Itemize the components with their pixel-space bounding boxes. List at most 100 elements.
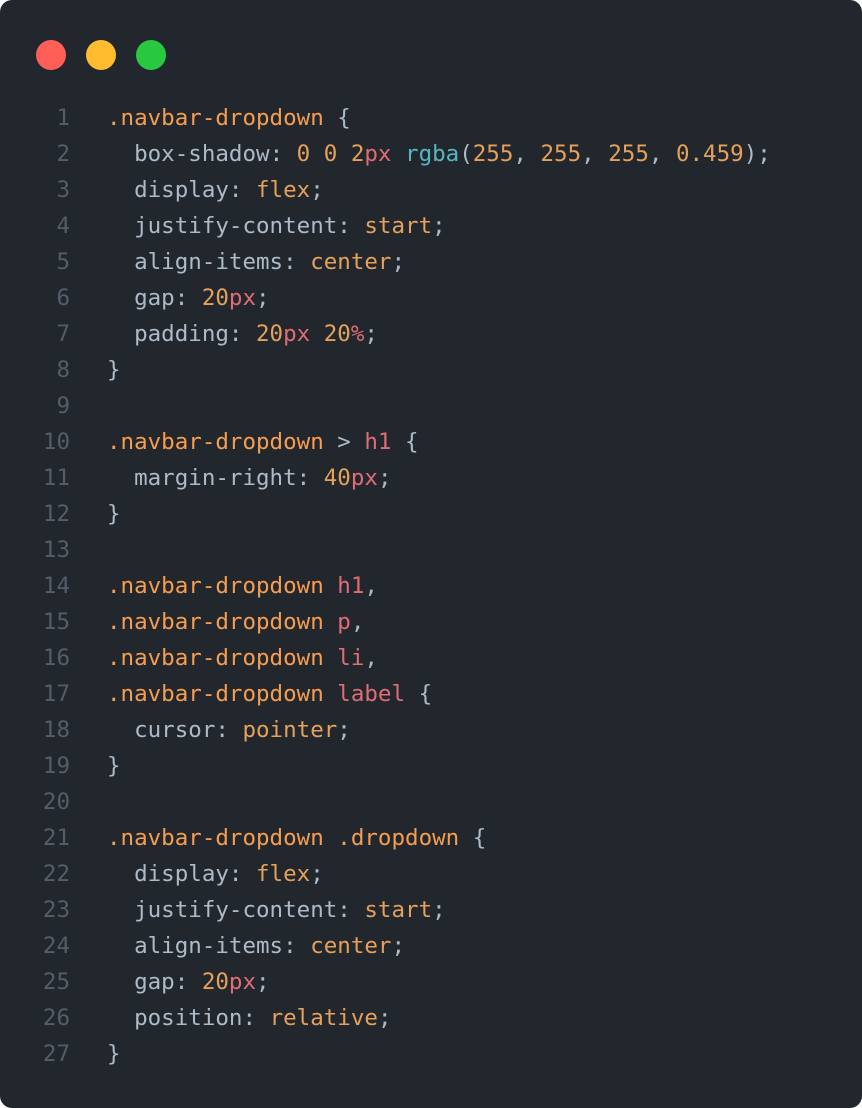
- line-number: 18: [42, 717, 70, 743]
- minimize-dot-icon[interactable]: [86, 40, 116, 70]
- code-token-value: start: [364, 213, 433, 239]
- line-number: 26: [42, 1005, 70, 1031]
- code-token-punct: ,: [364, 645, 378, 671]
- line-number: 9: [56, 393, 70, 419]
- line-number: 14: [42, 573, 70, 599]
- code-token-unit: %: [350, 321, 365, 347]
- code-token-prop: cursor: [107, 717, 216, 743]
- code-token-punct: [310, 141, 324, 167]
- code-line-content: .navbar-dropdown label {: [107, 676, 432, 712]
- code-token-punct: ,: [581, 141, 609, 167]
- code-token-punct: :: [174, 969, 202, 995]
- code-line: 20: [0, 784, 862, 820]
- code-line-content: cursor: pointer;: [107, 712, 351, 748]
- line-number: 1: [56, 105, 70, 131]
- code-token-prop: box-shadow: [107, 141, 270, 167]
- code-token-number: 20: [201, 969, 229, 995]
- code-line-content: display: flex;: [107, 172, 324, 208]
- code-token-number: 0: [296, 141, 311, 167]
- code-line: 11 margin-right: 40px;: [0, 460, 862, 496]
- code-token-selector: .navbar-dropdown: [107, 645, 324, 671]
- code-token-value: relative: [269, 1005, 378, 1031]
- code-line-content: position: relative;: [107, 1000, 391, 1036]
- code-token-punct: :: [174, 285, 202, 311]
- line-number: 7: [56, 321, 70, 347]
- code-token-selector: .navbar-dropdown: [107, 681, 324, 707]
- code-token-punct: ;: [256, 285, 270, 311]
- code-line: 25 gap: 20px;: [0, 964, 862, 1000]
- code-token-number: 0: [323, 141, 338, 167]
- code-line: 10 .navbar-dropdown > h1 {: [0, 424, 862, 460]
- code-token-number: 20: [201, 285, 229, 311]
- line-number: 16: [42, 645, 70, 671]
- code-token-selector: .dropdown: [337, 825, 460, 851]
- code-token-punct: );: [743, 141, 771, 167]
- code-line-content: }: [107, 1036, 121, 1072]
- code-token-prop: justify-content: [107, 213, 338, 239]
- code-token-punct: ;: [364, 321, 378, 347]
- code-token-punct: [310, 321, 324, 347]
- code-token-tag: label: [337, 681, 406, 707]
- code-line-content: .navbar-dropdown > h1 {: [107, 424, 419, 460]
- code-token-punct: [324, 609, 338, 635]
- code-line-content: gap: 20px;: [107, 964, 270, 1000]
- code-line: 23 justify-content: start;: [0, 892, 862, 928]
- line-number: 3: [56, 177, 70, 203]
- code-line: 5 align-items: center;: [0, 244, 862, 280]
- code-line: 18 cursor: pointer;: [0, 712, 862, 748]
- code-token-punct: :: [296, 465, 324, 491]
- code-token-punct: [337, 141, 351, 167]
- close-dot-icon[interactable]: [36, 40, 66, 70]
- zoom-dot-icon[interactable]: [136, 40, 166, 70]
- code-token-punct: ;: [256, 969, 270, 995]
- code-line-content: margin-right: 40px;: [107, 460, 391, 496]
- code-line: 19}: [0, 748, 862, 784]
- code-token-punct: :: [269, 141, 297, 167]
- code-line-content: .navbar-dropdown h1,: [107, 568, 378, 604]
- line-number: 2: [56, 141, 70, 167]
- code-token-selector: .navbar-dropdown: [107, 825, 324, 851]
- code-token-number: 2: [350, 141, 365, 167]
- code-token-value: center: [310, 249, 392, 275]
- code-token-unit: px: [364, 141, 392, 167]
- code-token-tag: li: [337, 645, 365, 671]
- code-token-punct: ;: [391, 933, 406, 959]
- code-line: 15 .navbar-dropdown p,: [0, 604, 862, 640]
- line-number: 4: [56, 213, 70, 239]
- code-token-prop: padding: [107, 321, 229, 347]
- code-line: 14 .navbar-dropdown h1,: [0, 568, 862, 604]
- line-number: 23: [42, 897, 70, 923]
- code-token-punct: :: [228, 861, 257, 887]
- code-line-content: gap: 20px;: [107, 280, 270, 316]
- line-number: 24: [42, 933, 70, 959]
- code-token-punct: }: [107, 753, 121, 779]
- code-token-punct: :: [337, 213, 365, 239]
- code-token-prop: display: [107, 861, 229, 887]
- code-token-punct: ,: [350, 609, 365, 635]
- code-line: 17 .navbar-dropdown label {: [0, 676, 862, 712]
- code-token-punct: [324, 681, 338, 707]
- line-number: 21: [42, 825, 70, 851]
- code-token-punct: :: [242, 1005, 270, 1031]
- code-token-value: flex: [256, 861, 311, 887]
- code-token-punct: }: [107, 357, 121, 383]
- window-controls: [36, 40, 166, 70]
- code-line: 3 display: flex;: [0, 172, 862, 208]
- code-token-number: 20: [323, 321, 351, 347]
- code-token-punct: ;: [310, 177, 324, 203]
- code-line-content: .navbar-dropdown .dropdown {: [107, 820, 486, 856]
- code-line: 21 .navbar-dropdown .dropdown {: [0, 820, 862, 856]
- code-line: 2 box-shadow: 0 0 2px rgba(255, 255, 255…: [0, 136, 862, 172]
- line-number: 8: [56, 357, 70, 383]
- code-line: 22 display: flex;: [0, 856, 862, 892]
- code-token-prop: margin-right: [107, 465, 297, 491]
- code-token-punct: ;: [432, 213, 446, 239]
- code-line: 4 justify-content: start;: [0, 208, 862, 244]
- code-token-prop: justify-content: [107, 897, 338, 923]
- code-token-punct: {: [459, 825, 487, 851]
- line-number: 12: [42, 501, 70, 527]
- code-line: 24 align-items: center;: [0, 928, 862, 964]
- code-token-punct: ;: [432, 897, 446, 923]
- code-token-punct: [324, 825, 338, 851]
- code-line-content: box-shadow: 0 0 2px rgba(255, 255, 255, …: [107, 136, 771, 172]
